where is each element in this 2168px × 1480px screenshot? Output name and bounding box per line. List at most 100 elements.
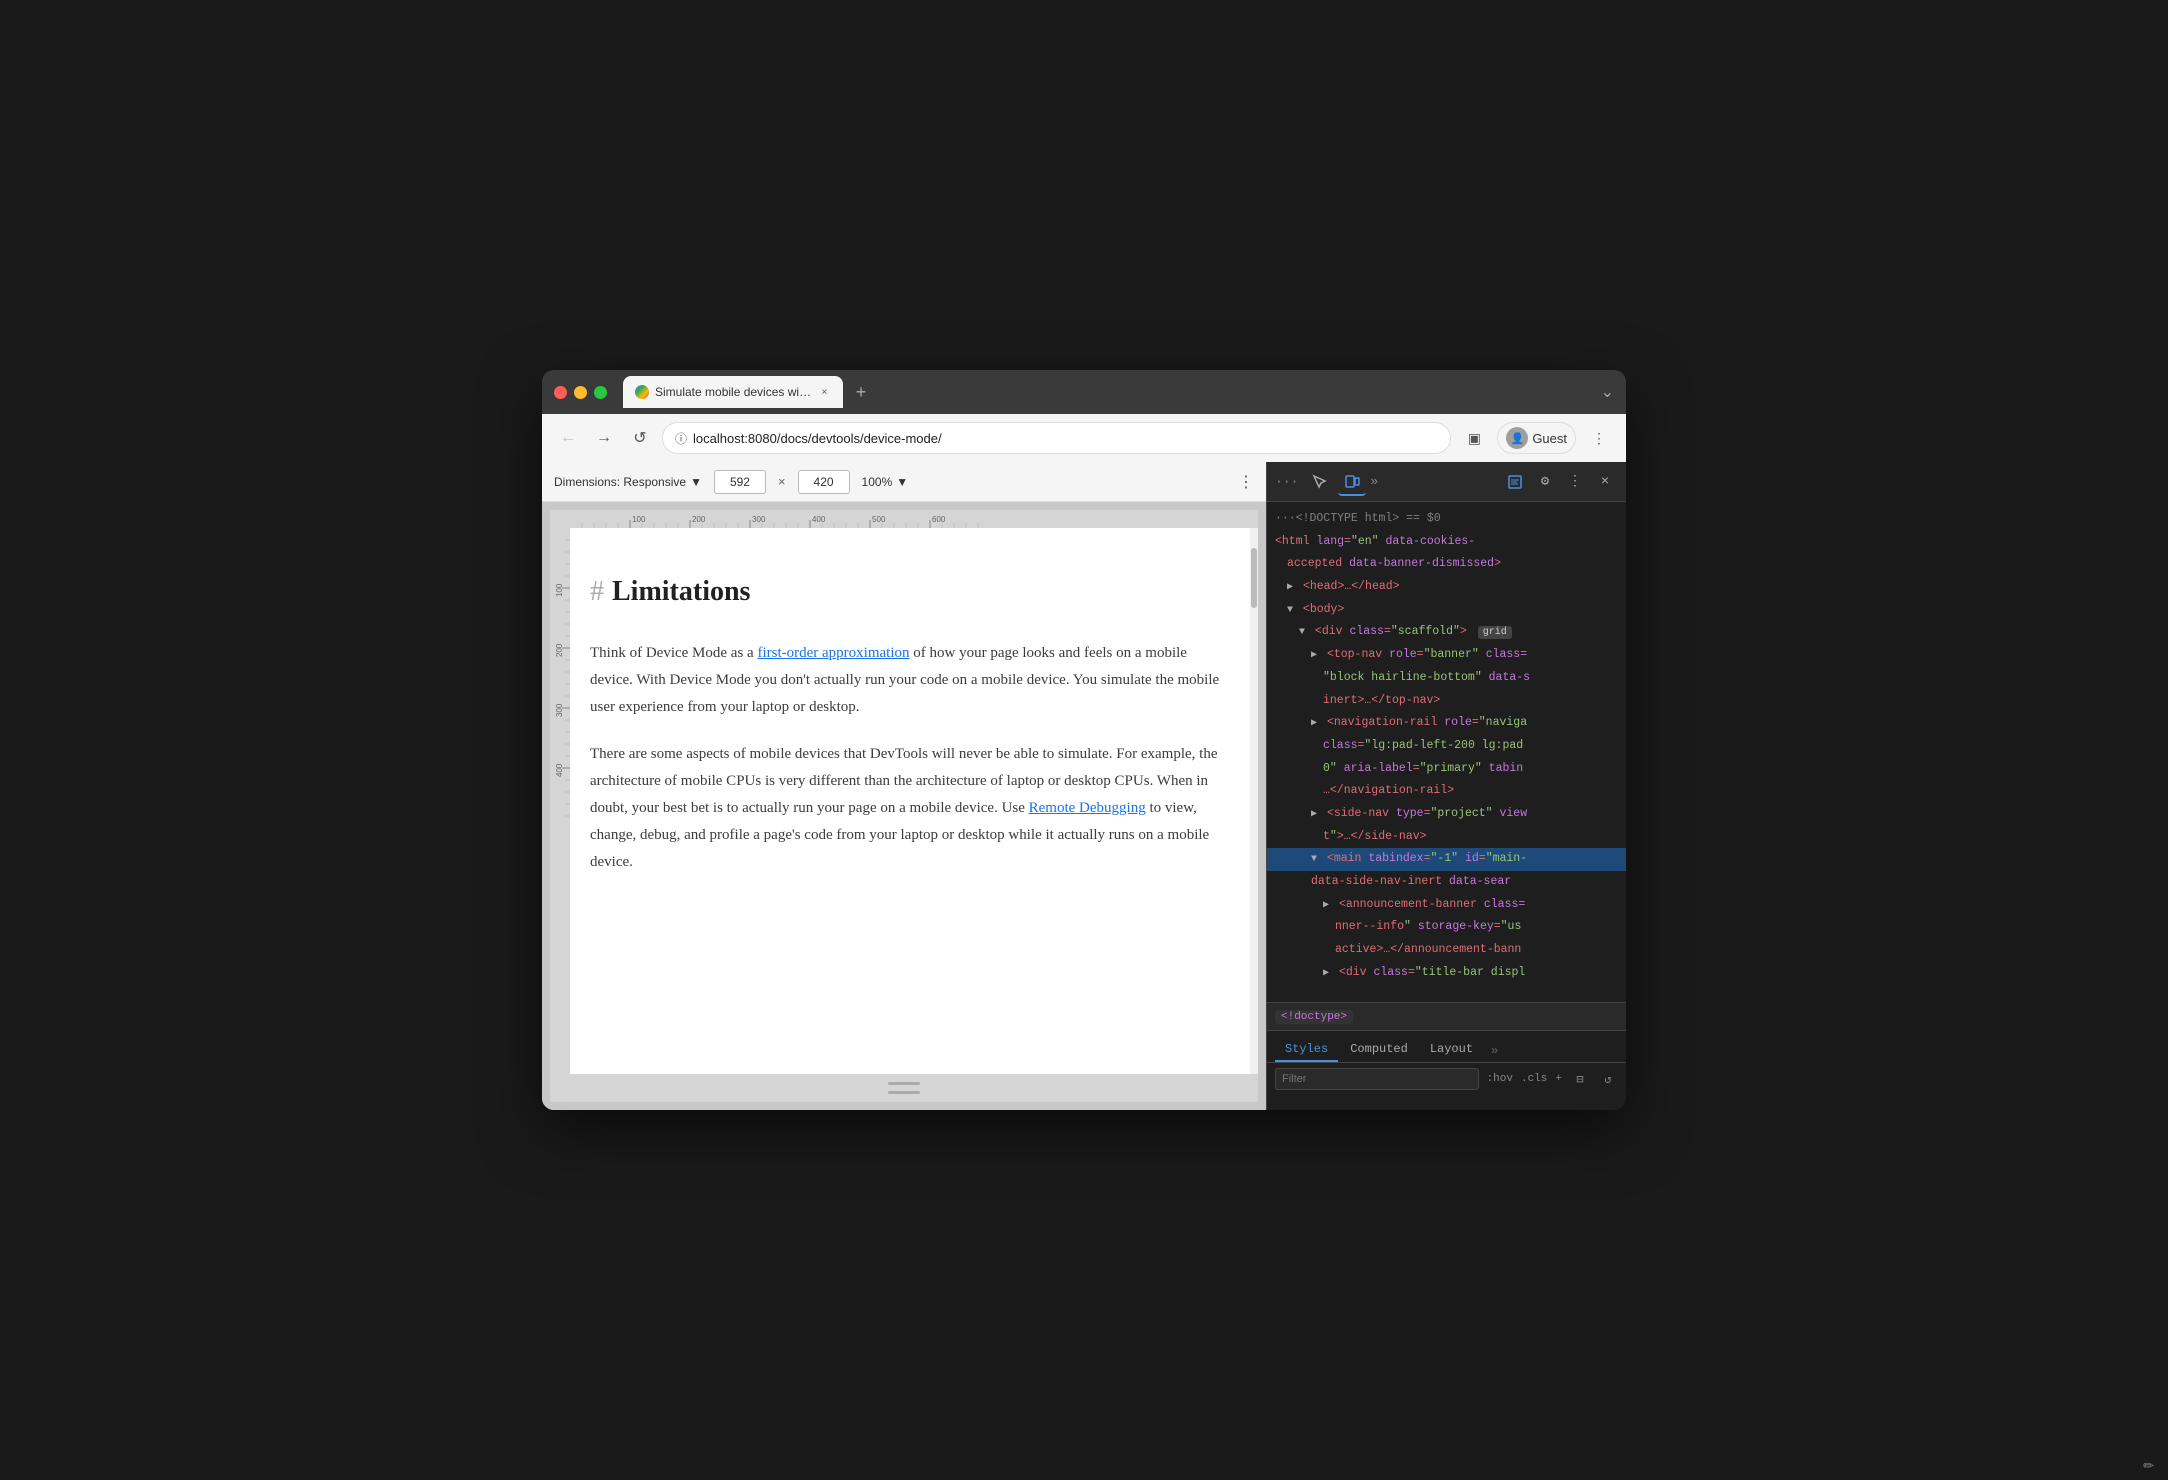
profile-button[interactable]: 👤 Guest — [1497, 422, 1576, 454]
dom-line-sidenav[interactable]: ▶ <side-nav type="project" view — [1267, 803, 1626, 826]
dom-line-html2[interactable]: accepted data-banner-dismissed> — [1267, 553, 1626, 576]
reload-button[interactable]: ↺ — [626, 424, 654, 452]
dom-line-titlebar[interactable]: ▶ <div class="title-bar displ — [1267, 962, 1626, 985]
navrail-tag4: …</navigation-rail> — [1323, 784, 1454, 797]
topnav-triangle[interactable]: ▶ — [1311, 650, 1317, 661]
refresh-styles-icon[interactable]: ↺ — [1598, 1069, 1618, 1089]
console-icon — [1508, 475, 1522, 489]
settings-button[interactable]: ⚙ — [1532, 469, 1558, 495]
styles-panel: Styles Computed Layout » :hov .cls + ⊟ ↺ — [1267, 1030, 1626, 1110]
dom-line-announcement3[interactable]: active>…</announcement-bann — [1267, 939, 1626, 962]
dom-line-announcement2[interactable]: nner--info" storage-key="us — [1267, 916, 1626, 939]
topnav-tag2: "block hairline-bottom" data-s — [1323, 671, 1530, 684]
profile-avatar-icon: 👤 — [1510, 432, 1524, 445]
add-style-button[interactable]: + — [1555, 1073, 1562, 1085]
styles-filter-input[interactable] — [1275, 1068, 1479, 1090]
doctype-text: ···<!DOCTYPE html> == $0 — [1275, 512, 1441, 525]
ruler-horizontal: 100 200 300 400 500 600 — [570, 510, 1258, 528]
titlebar-tag: <div class="title-bar displ — [1339, 966, 1525, 979]
titlebar-triangle[interactable]: ▶ — [1323, 968, 1329, 979]
remote-debugging-link[interactable]: Remote Debugging — [1029, 800, 1146, 816]
svg-text:200: 200 — [692, 515, 706, 524]
dom-line-topnav[interactable]: ▶ <top-nav role="banner" class= — [1267, 644, 1626, 667]
devtools-status: <!doctype> — [1267, 1002, 1626, 1030]
cls-button[interactable]: .cls — [1521, 1073, 1547, 1085]
scrollbar[interactable] — [1250, 528, 1258, 1074]
svg-text:400: 400 — [812, 515, 826, 524]
main-triangle[interactable]: ▼ — [1311, 854, 1317, 865]
dom-line-navrail[interactable]: ▶ <navigation-rail role="naviga — [1267, 712, 1626, 735]
zoom-control[interactable]: 100% ▼ — [862, 475, 909, 489]
dom-line-main[interactable]: ▼ <main tabindex="-1" id="main- — [1267, 848, 1626, 871]
dom-line-navrail4[interactable]: …</navigation-rail> — [1267, 780, 1626, 803]
sidebar-toggle-button[interactable]: ▣ — [1459, 423, 1489, 453]
close-button[interactable] — [554, 386, 567, 399]
minimize-button[interactable] — [574, 386, 587, 399]
dom-line-scaffold[interactable]: ▼ <div class="scaffold"> grid — [1267, 621, 1626, 644]
console-panel-button[interactable] — [1502, 469, 1528, 495]
dom-line-topnav2[interactable]: "block hairline-bottom" data-s — [1267, 667, 1626, 690]
close-devtools-button[interactable]: × — [1592, 469, 1618, 495]
ruler-corner — [550, 510, 570, 528]
more-tabs-button[interactable]: » — [1370, 474, 1378, 489]
announcement-tag3: active>…</announcement-bann — [1335, 943, 1521, 956]
device-mode-icon — [1344, 473, 1360, 489]
new-tab-button[interactable]: + — [847, 378, 875, 406]
tab-close-icon[interactable]: × — [818, 385, 831, 399]
maximize-button[interactable] — [594, 386, 607, 399]
more-options-button[interactable]: ⋮ — [1562, 469, 1588, 495]
para1-before: Think of Device Mode as a — [590, 645, 757, 661]
main-content: Dimensions: Responsive ▼ × 100% ▼ ⋮ — [542, 462, 1626, 1110]
dom-line-navrail2[interactable]: class="lg:pad-left-200 lg:pad — [1267, 735, 1626, 758]
dom-line-navrail3[interactable]: 0" aria-label="primary" tabin — [1267, 758, 1626, 781]
active-tab[interactable]: Simulate mobile devices with D × — [623, 376, 843, 408]
sidenav-tag: <side-nav type="project" view — [1327, 807, 1527, 820]
first-order-link[interactable]: first-order approximation — [757, 645, 909, 661]
dom-line-announcement[interactable]: ▶ <announcement-banner class= — [1267, 894, 1626, 917]
main-tag2: data-side-nav-inert data-sear — [1311, 875, 1511, 888]
dom-line-topnav3[interactable]: inert>…</top-nav> — [1267, 690, 1626, 713]
body-triangle[interactable]: ▼ — [1287, 605, 1293, 616]
announcement-triangle[interactable]: ▶ — [1323, 900, 1329, 911]
drag-handle-1 — [888, 1082, 920, 1085]
device-toolbar: Dimensions: Responsive ▼ × 100% ▼ ⋮ — [542, 462, 1266, 502]
forward-button[interactable]: → — [590, 424, 618, 452]
tab-computed[interactable]: Computed — [1340, 1038, 1418, 1062]
width-input[interactable] — [714, 470, 766, 494]
dom-tree[interactable]: ···<!DOCTYPE html> == $0 <html lang="en"… — [1267, 502, 1626, 1002]
layer-icon[interactable]: ⊟ — [1570, 1069, 1590, 1089]
tab-styles[interactable]: Styles — [1275, 1038, 1338, 1062]
dom-line-main2[interactable]: data-side-nav-inert data-sear — [1267, 871, 1626, 894]
tab-bar: Simulate mobile devices with D × + ⌄ — [623, 376, 1614, 408]
page-frame[interactable]: # Limitations Think of Device Mode as a … — [570, 528, 1250, 1074]
tab-label: Simulate mobile devices with D — [655, 385, 812, 399]
head-triangle[interactable]: ▶ — [1287, 582, 1293, 593]
height-input[interactable] — [798, 470, 850, 494]
dom-line-sidenav2[interactable]: t">…</side-nav> — [1267, 826, 1626, 849]
traffic-lights — [554, 386, 607, 399]
device-mode-button[interactable] — [1338, 468, 1366, 496]
dom-line-html[interactable]: <html lang="en" data-cookies- — [1267, 531, 1626, 554]
scrollbar-thumb[interactable] — [1251, 548, 1257, 608]
doctype-breadcrumb[interactable]: <!doctype> — [1275, 1010, 1353, 1024]
dom-line-body[interactable]: ▼ <body> — [1267, 599, 1626, 622]
back-button[interactable]: ← — [554, 424, 582, 452]
dom-line-head[interactable]: ▶ <head>…</head> — [1267, 576, 1626, 599]
sidenav-triangle[interactable]: ▶ — [1311, 809, 1317, 820]
navrail-tag: <navigation-rail role="naviga — [1327, 716, 1527, 729]
dom-line-doctype[interactable]: ···<!DOCTYPE html> == $0 — [1267, 508, 1626, 531]
hov-button[interactable]: :hov — [1487, 1073, 1513, 1085]
inspect-element-button[interactable] — [1306, 468, 1334, 496]
chrome-menu-button[interactable]: ⋮ — [1584, 423, 1614, 453]
dimensions-dropdown-icon[interactable]: ▼ — [690, 475, 702, 489]
tab-bar-dropdown[interactable]: ⌄ — [1601, 382, 1614, 402]
scaffold-triangle[interactable]: ▼ — [1299, 627, 1305, 638]
device-toolbar-more-icon[interactable]: ⋮ — [1238, 472, 1254, 492]
body-tag: <body> — [1303, 603, 1344, 616]
browser-window: Simulate mobile devices with D × + ⌄ ← →… — [542, 370, 1626, 1110]
viewport-body: 100 200 300 400 — [550, 528, 1258, 1074]
url-bar[interactable]: ⓘ localhost:8080/docs/devtools/device-mo… — [662, 422, 1451, 454]
styles-more-tabs[interactable]: » — [1485, 1040, 1504, 1062]
navrail-triangle[interactable]: ▶ — [1311, 718, 1317, 729]
tab-layout[interactable]: Layout — [1420, 1038, 1483, 1062]
